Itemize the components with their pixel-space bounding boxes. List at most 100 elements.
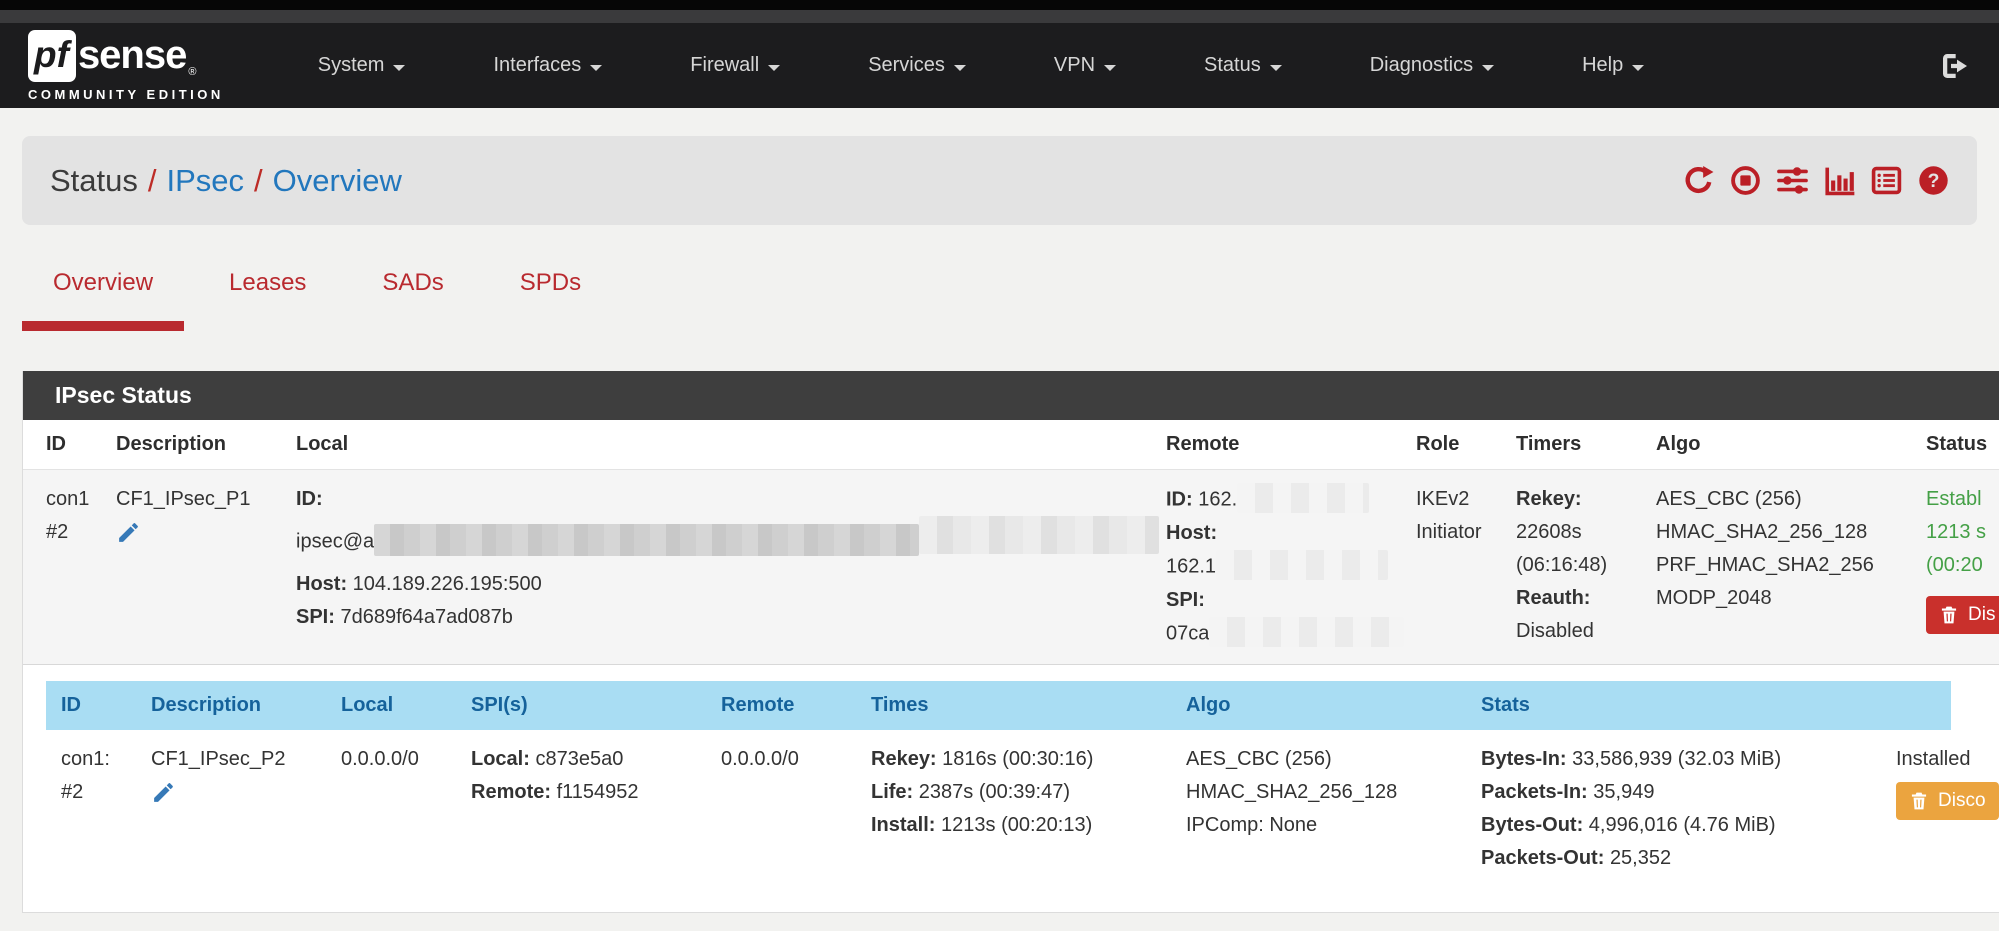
chevron-down-icon [590, 65, 602, 71]
cell-stats: Bytes-In: 33,586,939 (32.03 MiB) Packets… [1466, 730, 1881, 888]
chevron-down-icon [1270, 65, 1282, 71]
chevron-down-icon [1104, 65, 1116, 71]
ipsec-status-table: ID Description Local Remote Role Timers … [23, 420, 1999, 665]
chevron-down-icon [768, 65, 780, 71]
col-times: Times [856, 681, 1171, 730]
cell-description: CF1_IPsec_P2 [136, 730, 326, 888]
status-installed-text: Installed [1896, 743, 1941, 776]
tab-spds[interactable]: SPDs [489, 269, 612, 331]
refresh-icon[interactable] [1683, 165, 1714, 196]
chevron-down-icon [1632, 65, 1644, 71]
col-id: ID [23, 420, 116, 470]
cell-timers: Rekey: 22608s (06:16:48) Reauth: Disable… [1516, 470, 1656, 665]
filter-sliders-icon[interactable] [1777, 165, 1808, 196]
ipsec-tabs: Overview Leases SADs SPDs [22, 269, 1999, 331]
col-id: ID [46, 681, 136, 730]
nav-item-status[interactable]: Status [1160, 40, 1326, 91]
chevron-down-icon [1482, 65, 1494, 71]
nav-item-system[interactable]: System [274, 40, 450, 91]
table-row: con1: #2 CF1_IPsec_P2 0.0.0.0/0 Local: c… [46, 730, 1951, 888]
sign-out-icon[interactable] [1939, 50, 1971, 82]
breadcrumb-ipsec-link[interactable]: IPsec [167, 163, 245, 198]
cell-id: con1: #2 [46, 730, 136, 888]
logo-edition-text: COMMUNITY EDITION [28, 87, 224, 102]
disconnect-child-button[interactable]: Disco [1896, 782, 1999, 820]
trash-icon [1909, 791, 1929, 811]
trash-icon [1939, 605, 1959, 625]
nav-item-services[interactable]: Services [824, 40, 1010, 91]
bar-chart-icon[interactable] [1824, 165, 1855, 196]
tab-overview[interactable]: Overview [22, 269, 184, 331]
redacted-block [374, 524, 919, 556]
child-header-row: ID Description Local SPI(s) Remote Times… [46, 681, 1951, 730]
status-established-text: Establ 1213 s (00:20 [1926, 483, 1999, 582]
redacted-block [1209, 617, 1404, 647]
col-stats: Stats [1466, 681, 1881, 730]
col-timers: Timers [1516, 420, 1656, 470]
cell-local: 0.0.0.0/0 [326, 730, 456, 888]
nav-item-interfaces[interactable]: Interfaces [449, 40, 646, 91]
nav-item-help[interactable]: Help [1538, 40, 1688, 91]
table-header-row: ID Description Local Remote Role Timers … [23, 420, 1999, 470]
col-algo: Algo [1656, 420, 1926, 470]
window-title-strip [0, 10, 1999, 23]
col-local: Local [326, 681, 456, 730]
panel-title: IPsec Status [23, 371, 1999, 420]
redacted-block [1216, 550, 1388, 580]
page-action-icons: ? [1683, 165, 1949, 196]
cell-algo: AES_CBC (256) HMAC_SHA2_256_128 IPComp: … [1171, 730, 1466, 888]
log-list-icon[interactable] [1871, 165, 1902, 196]
col-local: Local [296, 420, 1166, 470]
logo-sense-text: sense [78, 33, 186, 78]
cell-remote: ID: 162. Host: 162.1 SPI: 07ca [1166, 470, 1416, 665]
help-icon[interactable]: ? [1918, 165, 1949, 196]
stop-icon[interactable] [1730, 165, 1761, 196]
breadcrumb: Status/IPsec/Overview [50, 163, 402, 199]
edit-pencil-icon[interactable] [116, 520, 141, 556]
cell-local: ID: ipsec@a Host: 104.189.226.195:500 SP… [296, 470, 1166, 665]
logo-registered-mark: ® [188, 66, 196, 78]
col-role: Role [1416, 420, 1516, 470]
col-child-status [1881, 681, 1951, 730]
cell-child-status: Installed Disco [1881, 730, 1951, 888]
cell-remote: 0.0.0.0/0 [706, 730, 856, 888]
svg-text:?: ? [1928, 170, 1940, 192]
col-algo: Algo [1171, 681, 1466, 730]
tab-leases[interactable]: Leases [198, 269, 337, 331]
nav-item-diagnostics[interactable]: Diagnostics [1326, 40, 1538, 91]
disconnect-button[interactable]: Dis [1926, 596, 1999, 634]
edit-pencil-icon[interactable] [151, 780, 176, 816]
cell-description: CF1_IPsec_P1 [116, 470, 296, 665]
cell-algo: AES_CBC (256) HMAC_SHA2_256_128 PRF_HMAC… [1656, 470, 1926, 665]
breadcrumb-bar: Status/IPsec/Overview ? [22, 136, 1977, 225]
cell-role: IKEv2 Initiator [1416, 470, 1516, 665]
table-row: con1 #2 CF1_IPsec_P1 ID: ipsec@a Host: 1… [23, 470, 1999, 665]
col-remote: Remote [1166, 420, 1416, 470]
breadcrumb-overview-link[interactable]: Overview [273, 163, 402, 198]
col-description: Description [136, 681, 326, 730]
cell-times: Rekey: 1816s (00:30:16) Life: 2387s (00:… [856, 730, 1171, 888]
tab-sads[interactable]: SADs [351, 269, 474, 331]
breadcrumb-status: Status [50, 163, 138, 198]
nav-item-firewall[interactable]: Firewall [646, 40, 824, 91]
redacted-block [919, 516, 1159, 554]
ipsec-status-panel: IPsec Status ID Description Local Remote… [22, 371, 1999, 913]
child-sa-section: ID Description Local SPI(s) Remote Times… [23, 665, 1999, 912]
cell-id: con1 #2 [23, 470, 116, 665]
top-navbar: pf sense ® COMMUNITY EDITION System Inte… [0, 23, 1999, 108]
nav-item-vpn[interactable]: VPN [1010, 40, 1160, 91]
pfsense-logo[interactable]: pf sense ® COMMUNITY EDITION [28, 30, 224, 102]
nav-menu: System Interfaces Firewall Services VPN … [274, 40, 1688, 91]
cell-spis: Local: c873e5a0 Remote: f1154952 [456, 730, 706, 888]
child-sa-table: ID Description Local SPI(s) Remote Times… [46, 681, 1951, 888]
chevron-down-icon [393, 65, 405, 71]
cell-status: Establ 1213 s (00:20 Dis [1926, 470, 1999, 665]
col-description: Description [116, 420, 296, 470]
col-spis: SPI(s) [456, 681, 706, 730]
window-top-strip [0, 0, 1999, 10]
chevron-down-icon [954, 65, 966, 71]
redacted-block [1237, 483, 1369, 513]
col-status: Status [1926, 420, 1999, 470]
logo-pf-mark: pf [28, 30, 76, 82]
col-remote: Remote [706, 681, 856, 730]
